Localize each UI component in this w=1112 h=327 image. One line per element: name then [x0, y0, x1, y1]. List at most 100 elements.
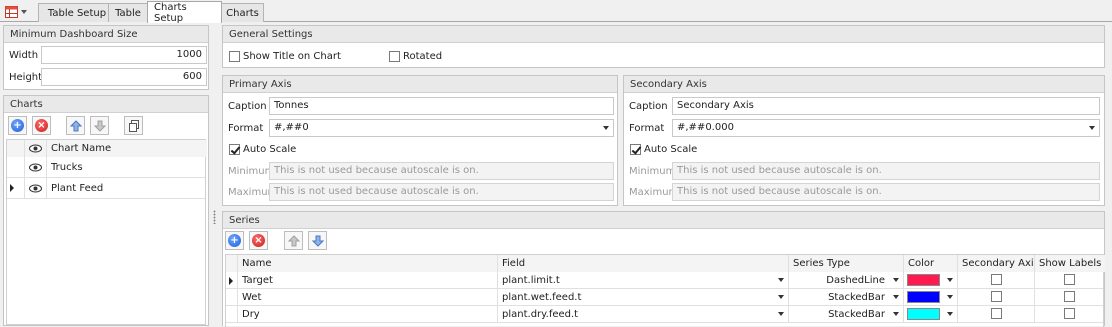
charts-panel: Charts + × Chart Name Trucks Plant Feed [3, 95, 209, 326]
add-chart-button[interactable]: + [8, 116, 27, 135]
chevron-down-icon [21, 9, 27, 14]
width-label: Width [9, 50, 39, 61]
eye-icon [29, 144, 42, 153]
grid-header-row: Chart Name [7, 140, 207, 157]
series-name-cell[interactable]: Dry [238, 306, 498, 323]
delete-chart-button[interactable]: × [32, 116, 51, 135]
width-input[interactable]: 1000 [41, 46, 207, 64]
copy-icon [128, 119, 139, 132]
secondary-axis-checkbox[interactable] [991, 274, 1002, 285]
table-row[interactable]: Wet plant.wet.feed.t StackedBar [226, 289, 1103, 306]
app-menu-button[interactable] [2, 3, 32, 20]
color-swatch [907, 274, 940, 286]
secondary-format-select[interactable]: #,##0.000 [672, 119, 1100, 137]
chevron-down-icon [1089, 126, 1095, 130]
move-series-up-button[interactable] [284, 231, 303, 250]
color-swatch [907, 291, 940, 303]
primary-axis-panel: Primary Axis Caption Tonnes Format #,##0… [222, 75, 618, 206]
tab-table-setup[interactable]: Table Setup [38, 3, 116, 22]
secondary-axis-checkbox[interactable] [991, 308, 1002, 319]
primary-caption-input[interactable]: Tonnes [269, 97, 614, 115]
rotated-label: Rotated [403, 51, 443, 62]
series-type-select[interactable]: StackedBar [789, 289, 904, 306]
primary-autoscale-checkbox[interactable] [229, 144, 240, 155]
column-header-color: Color [904, 255, 958, 272]
series-name-cell[interactable]: Target [238, 272, 498, 289]
arrow-down-icon [311, 235, 324, 247]
copy-chart-button[interactable] [124, 116, 143, 135]
table-row[interactable]: Target plant.limit.t DashedLine [226, 272, 1103, 289]
splitter-handle[interactable] [213, 210, 216, 224]
panel-title: Secondary Axis [624, 76, 1104, 93]
add-icon: + [11, 119, 24, 132]
show-labels-checkbox[interactable] [1064, 308, 1075, 319]
chart-name-cell[interactable]: Plant Feed [47, 178, 207, 199]
series-color-picker[interactable] [904, 272, 958, 289]
secondary-axis-panel: Secondary Axis Caption Secondary Axis Fo… [623, 75, 1105, 206]
chart-name-cell[interactable]: Trucks [47, 157, 207, 178]
delete-series-button[interactable]: × [249, 231, 268, 250]
maximum-label: Maximum [629, 187, 679, 198]
eye-icon [29, 163, 42, 172]
row-indicator-icon [229, 277, 233, 285]
secondary-autoscale-checkbox[interactable] [630, 144, 641, 155]
series-color-picker[interactable] [904, 306, 958, 323]
table-row[interactable]: Trucks [7, 157, 205, 178]
series-type-select[interactable]: StackedBar [789, 306, 904, 323]
column-header-chart-name: Chart Name [47, 140, 207, 157]
secondary-minimum-input: This is not used because autoscale is on… [672, 162, 1100, 180]
show-labels-checkbox[interactable] [1064, 274, 1075, 285]
charts-grid: Chart Name Trucks Plant Feed [6, 139, 207, 325]
series-type-select[interactable]: DashedLine [789, 272, 904, 289]
add-series-button[interactable]: + [225, 231, 244, 250]
table-row[interactable]: Plant Feed [7, 178, 205, 199]
tab-charts-setup[interactable]: Charts Setup [147, 1, 222, 24]
add-icon: + [228, 234, 241, 247]
tab-charts[interactable]: Charts [221, 3, 264, 22]
general-settings-panel: General Settings Show Title on Chart Rot… [222, 25, 1105, 68]
chevron-down-icon [778, 312, 784, 316]
move-up-button[interactable] [66, 116, 85, 135]
panel-title: Charts [4, 96, 208, 113]
series-field-select[interactable]: plant.dry.feed.t [498, 306, 789, 323]
tab-table[interactable]: Table [108, 3, 148, 22]
move-down-button[interactable] [90, 116, 109, 135]
chevron-down-icon [893, 312, 899, 316]
height-input[interactable]: 600 [41, 68, 207, 86]
format-label: Format [629, 123, 665, 134]
minimum-label: Minimum [228, 166, 275, 177]
column-header-field: Field [498, 255, 789, 272]
eye-icon [29, 184, 42, 193]
column-header-secondary-axis: Secondary Axis [958, 255, 1035, 272]
format-label: Format [228, 123, 264, 134]
chevron-down-icon [947, 278, 953, 282]
chevron-down-icon [947, 295, 953, 299]
primary-format-select[interactable]: #,##0 [269, 119, 614, 137]
row-indicator-icon [10, 184, 14, 192]
secondary-caption-input[interactable]: Secondary Axis [672, 97, 1100, 115]
chevron-down-icon [893, 295, 899, 299]
show-title-label: Show Title on Chart [243, 51, 341, 62]
secondary-maximum-input: This is not used because autoscale is on… [672, 183, 1100, 201]
panel-title: Minimum Dashboard Size [4, 26, 208, 43]
move-series-down-button[interactable] [308, 231, 327, 250]
series-field-select[interactable]: plant.wet.feed.t [498, 289, 789, 306]
minimum-label: Minimum [629, 166, 676, 177]
table-row[interactable]: Dry plant.dry.feed.t StackedBar [226, 306, 1103, 323]
min-dashboard-panel: Minimum Dashboard Size Width 1000 Height… [3, 25, 209, 90]
column-header-name: Name [238, 255, 498, 272]
column-header-show-labels: Show Labels [1035, 255, 1105, 272]
series-name-cell[interactable]: Wet [238, 289, 498, 306]
series-color-picker[interactable] [904, 289, 958, 306]
primary-maximum-input: This is not used because autoscale is on… [269, 183, 614, 201]
arrow-up-icon [287, 234, 300, 246]
show-labels-checkbox[interactable] [1064, 291, 1075, 302]
rotated-checkbox[interactable] [389, 51, 400, 62]
series-grid: Name Field Series Type Color Secondary A… [225, 254, 1105, 327]
grid-header-row: Name Field Series Type Color Secondary A… [226, 255, 1105, 272]
delete-icon: × [252, 234, 265, 247]
height-label: Height [9, 72, 43, 83]
secondary-axis-checkbox[interactable] [991, 291, 1002, 302]
series-field-select[interactable]: plant.limit.t [498, 272, 789, 289]
show-title-checkbox[interactable] [229, 51, 240, 62]
